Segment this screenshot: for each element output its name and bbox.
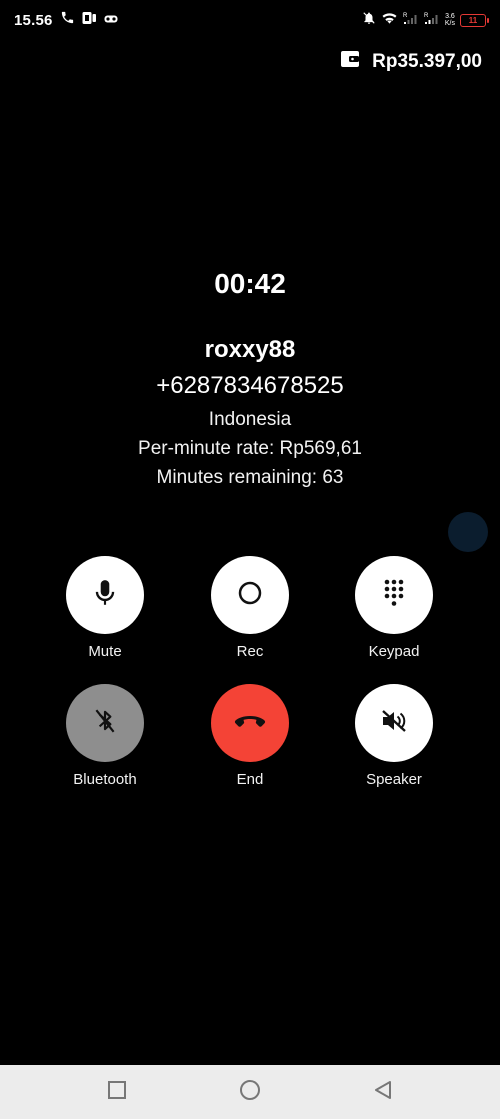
speaker-muted-icon bbox=[380, 708, 408, 739]
recent-apps-button[interactable] bbox=[97, 1072, 137, 1112]
call-timer: 00:42 bbox=[214, 268, 286, 299]
status-bar: 15.56 R R 3.6 K/s 11 bbox=[0, 0, 500, 40]
caller-name: roxxy88 bbox=[204, 336, 296, 363]
status-time: 15.56 bbox=[14, 11, 53, 29]
hang-up-icon bbox=[233, 713, 267, 734]
phone-call-icon bbox=[60, 10, 75, 30]
wallet-icon bbox=[340, 50, 360, 73]
mute-control: Mute bbox=[45, 556, 165, 660]
floating-bubble[interactable] bbox=[448, 512, 488, 552]
back-button[interactable] bbox=[363, 1072, 403, 1112]
network-speed: 3.6 K/s bbox=[445, 13, 455, 27]
microphone-icon bbox=[92, 578, 118, 613]
battery-indicator: 11 bbox=[460, 13, 489, 27]
minutes-remaining: Minutes remaining: 63 bbox=[156, 467, 344, 488]
bluetooth-button[interactable] bbox=[66, 684, 144, 762]
keypad-button[interactable] bbox=[355, 556, 433, 634]
speaker-button[interactable] bbox=[355, 684, 433, 762]
bluetooth-disabled-icon bbox=[92, 707, 118, 740]
end-control: End bbox=[190, 684, 310, 788]
network-speed-value: 3.6 bbox=[445, 13, 455, 20]
caller-country: Indonesia bbox=[208, 409, 292, 430]
signal-1-icon: R bbox=[403, 11, 419, 30]
mute-label: Mute bbox=[88, 643, 122, 660]
record-icon bbox=[237, 580, 263, 611]
square-icon bbox=[107, 1080, 127, 1105]
navigation-bar bbox=[0, 1065, 500, 1119]
network-speed-unit: K/s bbox=[444, 20, 455, 27]
status-bar-left: 15.56 bbox=[14, 10, 118, 30]
rec-label: Rec bbox=[236, 643, 264, 660]
per-minute-rate: Per-minute rate: Rp569,61 bbox=[138, 438, 362, 459]
wifi-icon bbox=[381, 11, 398, 30]
caller-number: +6287834678525 bbox=[156, 372, 344, 399]
rec-button[interactable] bbox=[211, 556, 289, 634]
speaker-label: Speaker bbox=[366, 771, 422, 788]
dialpad-icon bbox=[382, 578, 406, 613]
end-call-button[interactable] bbox=[211, 684, 289, 762]
triangle-back-icon bbox=[373, 1080, 393, 1105]
bluetooth-control: Bluetooth bbox=[45, 684, 165, 788]
status-bar-right: R R 3.6 K/s 11 bbox=[362, 11, 489, 30]
rec-control: Rec bbox=[190, 556, 310, 660]
vr-glasses-icon bbox=[104, 11, 118, 29]
keypad-control: Keypad bbox=[334, 556, 454, 660]
circle-icon bbox=[239, 1079, 261, 1106]
signal-2-icon: R bbox=[424, 11, 440, 30]
bluetooth-label: Bluetooth bbox=[73, 771, 137, 788]
speaker-control: Speaker bbox=[334, 684, 454, 788]
keypad-label: Keypad bbox=[368, 643, 420, 660]
battery-level: 11 bbox=[468, 15, 478, 25]
balance-display: Rp35.397,00 bbox=[340, 50, 482, 73]
sim-app-icon bbox=[82, 11, 97, 30]
notifications-off-icon bbox=[362, 11, 376, 30]
balance-amount: Rp35.397,00 bbox=[372, 50, 482, 72]
mute-button[interactable] bbox=[66, 556, 144, 634]
home-button[interactable] bbox=[230, 1072, 270, 1112]
end-label: End bbox=[236, 771, 264, 788]
svg-text:R: R bbox=[424, 13, 429, 19]
svg-text:R: R bbox=[403, 13, 408, 19]
